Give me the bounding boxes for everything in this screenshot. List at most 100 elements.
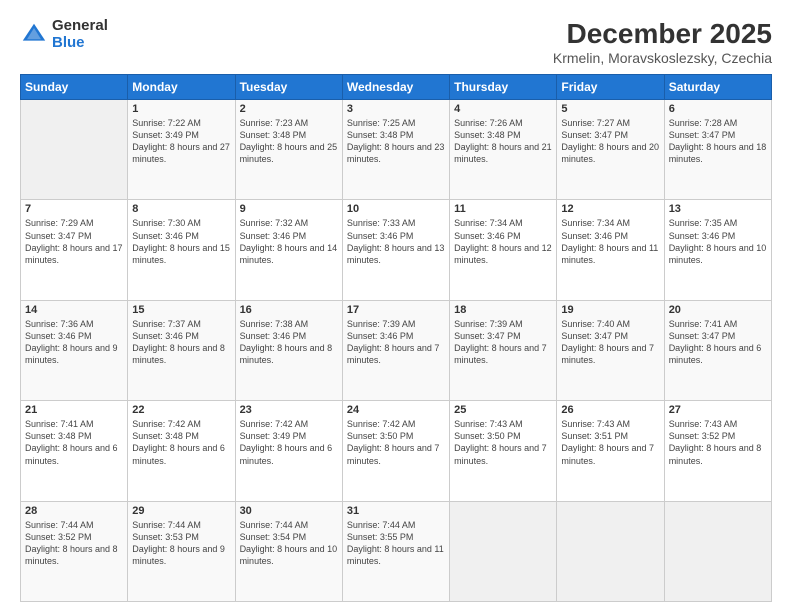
- calendar-cell: 17 Sunrise: 7:39 AMSunset: 3:46 PMDayligh…: [342, 300, 449, 400]
- calendar-cell: [557, 501, 664, 601]
- header-day-friday: Friday: [557, 75, 664, 100]
- calendar-cell: 23Sunrise: 7:42 AMSunset: 3:49 PMDayligh…: [235, 401, 342, 501]
- calendar-cell: 6 Sunrise: 7:28 AMSunset: 3:47 PMDaylight…: [664, 100, 771, 200]
- calendar-cell: 29Sunrise: 7:44 AMSunset: 3:53 PMDayligh…: [128, 501, 235, 601]
- day-detail: Sunrise: 7:26 AMSunset: 3:48 PMDaylight:…: [454, 117, 552, 166]
- day-detail: Sunrise: 7:35 AMSunset: 3:46 PMDaylight:…: [669, 217, 767, 266]
- day-detail: Sunrise: 7:39 AMSunset: 3:46 PMDaylight:…: [347, 318, 445, 367]
- day-number: 25: [454, 404, 552, 416]
- day-detail: Sunrise: 7:44 AMSunset: 3:54 PMDaylight:…: [240, 519, 338, 568]
- day-number: 27: [669, 404, 767, 416]
- calendar-cell: [21, 100, 128, 200]
- day-number: 3: [347, 103, 445, 115]
- day-detail: Sunrise: 7:25 AMSunset: 3:48 PMDaylight:…: [347, 117, 445, 166]
- day-number: 21: [25, 404, 123, 416]
- day-number: 26: [561, 404, 659, 416]
- day-number: 20: [669, 304, 767, 316]
- day-number: 22: [132, 404, 230, 416]
- day-number: 14: [25, 304, 123, 316]
- day-detail: Sunrise: 7:44 AMSunset: 3:55 PMDaylight:…: [347, 519, 445, 568]
- header-day-monday: Monday: [128, 75, 235, 100]
- day-detail: Sunrise: 7:37 AMSunset: 3:46 PMDaylight:…: [132, 318, 230, 367]
- day-number: 10: [347, 203, 445, 215]
- day-number: 28: [25, 505, 123, 517]
- day-detail: Sunrise: 7:34 AMSunset: 3:46 PMDaylight:…: [561, 217, 659, 266]
- calendar-cell: 18Sunrise: 7:39 AMSunset: 3:47 PMDayligh…: [450, 300, 557, 400]
- calendar-body: 1 Sunrise: 7:22 AMSunset: 3:49 PMDaylight…: [21, 100, 772, 602]
- day-number: 23: [240, 404, 338, 416]
- day-number: 6: [669, 103, 767, 115]
- header-day-tuesday: Tuesday: [235, 75, 342, 100]
- day-number: 7: [25, 203, 123, 215]
- logo-general-text: General: [52, 18, 108, 35]
- calendar-cell: 26 Sunrise: 7:43 AMSunset: 3:51 PMDayligh…: [557, 401, 664, 501]
- week-row-4: 28 Sunrise: 7:44 AMSunset: 3:52 PMDayligh…: [21, 501, 772, 601]
- page: General Blue December 2025 Krmelin, Mora…: [0, 0, 792, 612]
- logo-text: General Blue: [52, 18, 108, 51]
- calendar-cell: 5 Sunrise: 7:27 AMSunset: 3:47 PMDaylight…: [557, 100, 664, 200]
- header-day-thursday: Thursday: [450, 75, 557, 100]
- day-number: 17: [347, 304, 445, 316]
- header-day-sunday: Sunday: [21, 75, 128, 100]
- logo: General Blue: [20, 18, 108, 51]
- day-detail: Sunrise: 7:43 AMSunset: 3:52 PMDaylight:…: [669, 418, 767, 467]
- calendar-cell: 9 Sunrise: 7:32 AMSunset: 3:46 PMDaylight…: [235, 200, 342, 300]
- day-detail: Sunrise: 7:44 AMSunset: 3:52 PMDaylight:…: [25, 519, 123, 568]
- day-detail: Sunrise: 7:32 AMSunset: 3:46 PMDaylight:…: [240, 217, 338, 266]
- subtitle: Krmelin, Moravskoslezsky, Czechia: [553, 50, 772, 66]
- week-row-2: 14Sunrise: 7:36 AMSunset: 3:46 PMDayligh…: [21, 300, 772, 400]
- main-title: December 2025: [553, 18, 772, 50]
- calendar-cell: 3 Sunrise: 7:25 AMSunset: 3:48 PMDaylight…: [342, 100, 449, 200]
- day-number: 11: [454, 203, 552, 215]
- calendar-cell: 28 Sunrise: 7:44 AMSunset: 3:52 PMDayligh…: [21, 501, 128, 601]
- day-detail: Sunrise: 7:44 AMSunset: 3:53 PMDaylight:…: [132, 519, 230, 568]
- day-number: 19: [561, 304, 659, 316]
- day-detail: Sunrise: 7:42 AMSunset: 3:48 PMDaylight:…: [132, 418, 230, 467]
- day-detail: Sunrise: 7:40 AMSunset: 3:47 PMDaylight:…: [561, 318, 659, 367]
- day-detail: Sunrise: 7:30 AMSunset: 3:46 PMDaylight:…: [132, 217, 230, 266]
- calendar-cell: 20Sunrise: 7:41 AMSunset: 3:47 PMDayligh…: [664, 300, 771, 400]
- calendar-cell: 1 Sunrise: 7:22 AMSunset: 3:49 PMDaylight…: [128, 100, 235, 200]
- calendar-table: SundayMondayTuesdayWednesdayThursdayFrid…: [20, 74, 772, 602]
- calendar-cell: 11Sunrise: 7:34 AMSunset: 3:46 PMDayligh…: [450, 200, 557, 300]
- day-number: 1: [132, 103, 230, 115]
- header: General Blue December 2025 Krmelin, Mora…: [20, 18, 772, 66]
- calendar-cell: 8 Sunrise: 7:30 AMSunset: 3:46 PMDaylight…: [128, 200, 235, 300]
- calendar-cell: 21 Sunrise: 7:41 AMSunset: 3:48 PMDayligh…: [21, 401, 128, 501]
- calendar-cell: 31 Sunrise: 7:44 AMSunset: 3:55 PMDayligh…: [342, 501, 449, 601]
- calendar-cell: [450, 501, 557, 601]
- day-number: 8: [132, 203, 230, 215]
- week-row-1: 7Sunrise: 7:29 AMSunset: 3:47 PMDaylight…: [21, 200, 772, 300]
- day-detail: Sunrise: 7:27 AMSunset: 3:47 PMDaylight:…: [561, 117, 659, 166]
- day-number: 16: [240, 304, 338, 316]
- calendar-cell: 4Sunrise: 7:26 AMSunset: 3:48 PMDaylight…: [450, 100, 557, 200]
- day-detail: Sunrise: 7:28 AMSunset: 3:47 PMDaylight:…: [669, 117, 767, 166]
- day-number: 9: [240, 203, 338, 215]
- day-detail: Sunrise: 7:41 AMSunset: 3:48 PMDaylight:…: [25, 418, 123, 467]
- day-number: 13: [669, 203, 767, 215]
- day-detail: Sunrise: 7:22 AMSunset: 3:49 PMDaylight:…: [132, 117, 230, 166]
- calendar-cell: 14Sunrise: 7:36 AMSunset: 3:46 PMDayligh…: [21, 300, 128, 400]
- day-detail: Sunrise: 7:33 AMSunset: 3:46 PMDaylight:…: [347, 217, 445, 266]
- calendar-cell: 13 Sunrise: 7:35 AMSunset: 3:46 PMDayligh…: [664, 200, 771, 300]
- day-detail: Sunrise: 7:42 AMSunset: 3:50 PMDaylight:…: [347, 418, 445, 467]
- calendar-cell: 16Sunrise: 7:38 AMSunset: 3:46 PMDayligh…: [235, 300, 342, 400]
- calendar-cell: 30Sunrise: 7:44 AMSunset: 3:54 PMDayligh…: [235, 501, 342, 601]
- calendar-cell: 10 Sunrise: 7:33 AMSunset: 3:46 PMDayligh…: [342, 200, 449, 300]
- week-row-3: 21 Sunrise: 7:41 AMSunset: 3:48 PMDayligh…: [21, 401, 772, 501]
- calendar-cell: 15 Sunrise: 7:37 AMSunset: 3:46 PMDayligh…: [128, 300, 235, 400]
- day-detail: Sunrise: 7:39 AMSunset: 3:47 PMDaylight:…: [454, 318, 552, 367]
- calendar-cell: 24 Sunrise: 7:42 AMSunset: 3:50 PMDayligh…: [342, 401, 449, 501]
- calendar-cell: 19 Sunrise: 7:40 AMSunset: 3:47 PMDayligh…: [557, 300, 664, 400]
- day-number: 24: [347, 404, 445, 416]
- day-detail: Sunrise: 7:43 AMSunset: 3:51 PMDaylight:…: [561, 418, 659, 467]
- day-detail: Sunrise: 7:23 AMSunset: 3:48 PMDaylight:…: [240, 117, 338, 166]
- day-number: 15: [132, 304, 230, 316]
- calendar-cell: 22 Sunrise: 7:42 AMSunset: 3:48 PMDayligh…: [128, 401, 235, 501]
- day-number: 12: [561, 203, 659, 215]
- day-number: 31: [347, 505, 445, 517]
- calendar-cell: 12 Sunrise: 7:34 AMSunset: 3:46 PMDayligh…: [557, 200, 664, 300]
- header-day-wednesday: Wednesday: [342, 75, 449, 100]
- title-block: December 2025 Krmelin, Moravskoslezsky, …: [553, 18, 772, 66]
- day-number: 5: [561, 103, 659, 115]
